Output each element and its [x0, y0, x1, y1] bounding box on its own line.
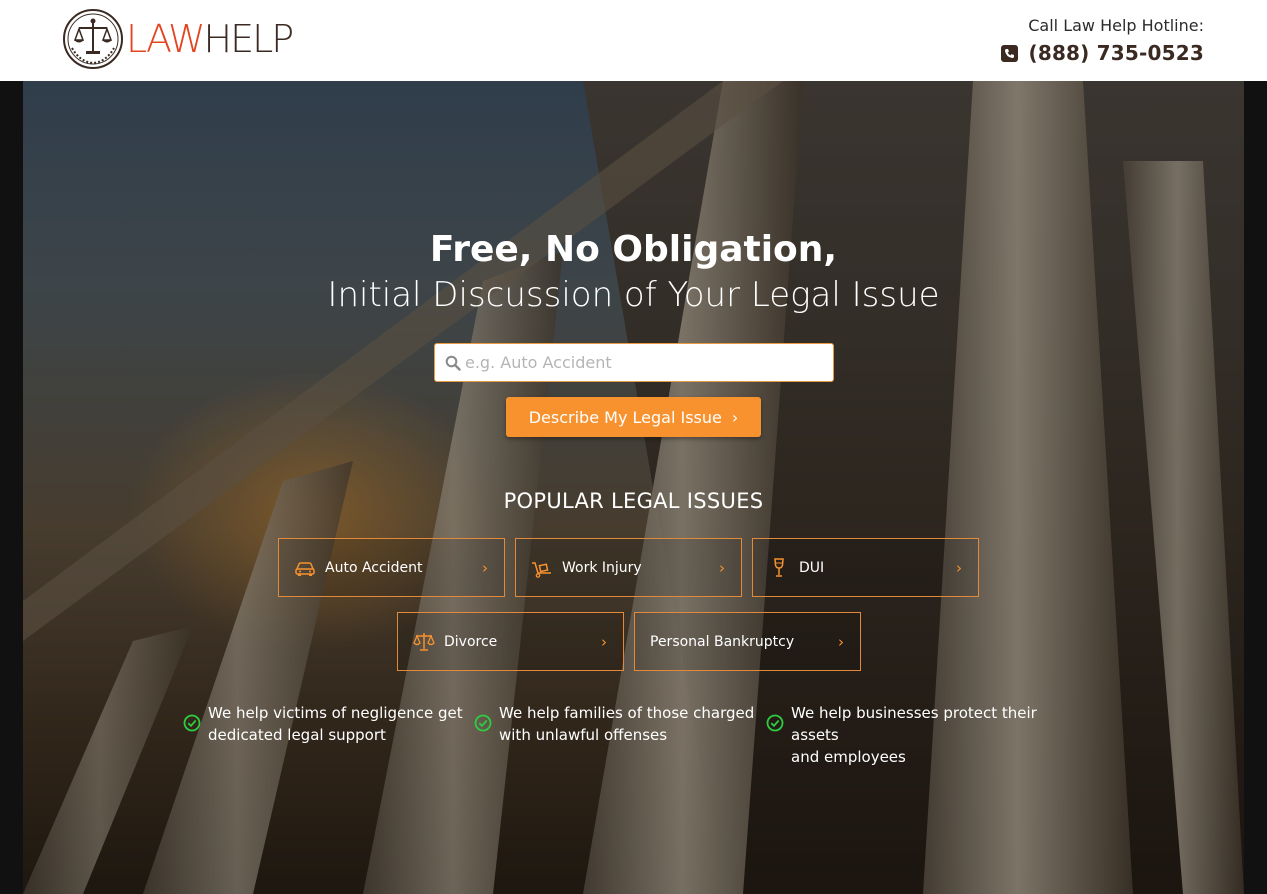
benefit-text-line: We help victims of negligence get: [208, 704, 463, 722]
issue-dui-button[interactable]: DUI ›: [752, 538, 979, 597]
benefit-item: We help businesses protect their assets …: [766, 702, 1086, 768]
hotline-phone-link[interactable]: (888) 735-0523: [1001, 41, 1204, 65]
benefit-text-line: with unlawful offenses: [499, 726, 668, 744]
search-box: [434, 343, 834, 382]
chevron-right-icon: ›: [838, 632, 844, 651]
chevron-right-icon: ›: [719, 558, 725, 577]
benefit-text-line: We help businesses protect their assets: [791, 704, 1037, 744]
benefit-text: We help victims of negligence get dedica…: [208, 702, 463, 746]
issue-label: Auto Accident: [325, 559, 423, 576]
check-circle-icon: [183, 714, 201, 732]
wine-glass-icon: [774, 557, 784, 577]
scales-of-justice-icon: [63, 9, 123, 69]
logo-wordmark: LAWHELP: [126, 17, 295, 61]
car-icon: [295, 561, 315, 576]
chevron-right-icon: ›: [482, 558, 488, 577]
benefit-item: We help victims of negligence get dedica…: [183, 702, 473, 746]
hotline: Call Law Help Hotline: (888) 735-0523: [1001, 16, 1204, 65]
chevron-right-icon: ›: [601, 632, 607, 651]
benefit-text: We help businesses protect their assets …: [791, 702, 1086, 768]
hero-subtitle: Initial Discussion of Your Legal Issue: [327, 275, 940, 315]
phone-icon: [1001, 44, 1019, 62]
issue-label: Divorce: [444, 633, 498, 650]
issue-personal-bankruptcy-button[interactable]: Personal Bankruptcy ›: [634, 612, 861, 671]
popular-issues-heading: POPULAR LEGAL ISSUES: [503, 489, 764, 513]
hero-overlay: [23, 81, 1244, 894]
hotline-number: (888) 735-0523: [1028, 41, 1204, 65]
check-circle-icon: [474, 714, 492, 732]
hero-title: Free, No Obligation,: [429, 229, 838, 270]
benefit-item: We help families of those charged with u…: [474, 702, 764, 746]
benefit-text: We help families of those charged with u…: [499, 702, 754, 746]
site-header: LAWHELP Call Law Help Hotline: (888) 735…: [0, 0, 1267, 81]
benefit-text-line: dedicated legal support: [208, 726, 386, 744]
search-icon: [445, 355, 461, 371]
chevron-right-icon: ›: [956, 558, 962, 577]
site-logo[interactable]: LAWHELP: [62, 8, 295, 70]
benefit-text-line: We help families of those charged: [499, 704, 755, 722]
logo-text-law: LAW: [126, 17, 206, 61]
hotline-label: Call Law Help Hotline:: [1028, 16, 1204, 35]
issue-label: Work Injury: [562, 559, 642, 576]
chevron-right-icon: ›: [731, 407, 739, 427]
issue-auto-accident-button[interactable]: Auto Accident ›: [278, 538, 505, 597]
scales-icon: [413, 632, 435, 651]
benefit-text-line: and employees: [791, 748, 906, 766]
logo-text-help: HELP: [203, 17, 295, 61]
cta-label: Describe My Legal Issue: [528, 407, 722, 427]
check-circle-icon: [766, 714, 784, 732]
hand-truck-icon: [532, 561, 551, 578]
issue-work-injury-button[interactable]: Work Injury ›: [515, 538, 742, 597]
issue-label: DUI: [799, 559, 825, 576]
hero-section: Free, No Obligation, Initial Discussion …: [23, 81, 1244, 894]
issue-label: Personal Bankruptcy: [650, 633, 795, 650]
describe-legal-issue-button[interactable]: Describe My Legal Issue ›: [506, 397, 761, 437]
issue-divorce-button[interactable]: Divorce ›: [397, 612, 624, 671]
legal-issue-search-input[interactable]: [465, 344, 825, 381]
